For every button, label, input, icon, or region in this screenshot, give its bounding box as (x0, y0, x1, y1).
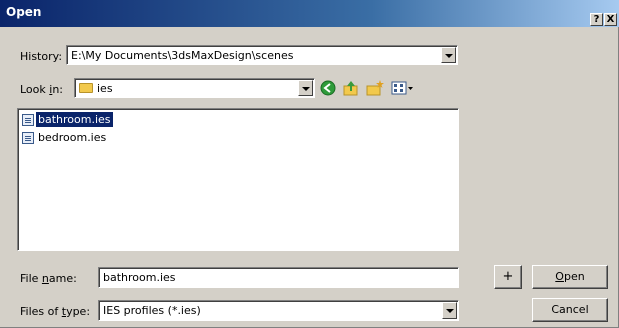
ies-file-icon (22, 113, 34, 126)
open-dialog: Open ? X History: E:\My Documents\3dsMax… (0, 0, 619, 328)
filetype-value: IES profiles (*.ies) (103, 304, 201, 317)
file-list[interactable]: bathroom.ies bedroom.ies (17, 108, 459, 251)
lookin-dropdown[interactable]: ies (74, 78, 315, 98)
history-dropdown-arrow-icon[interactable] (441, 47, 456, 63)
file-name: bathroom.ies (35, 111, 114, 128)
history-label: History: (20, 50, 63, 63)
open-button[interactable]: Open (532, 265, 608, 289)
new-folder-icon[interactable] (366, 79, 384, 97)
help-button[interactable]: ? (590, 13, 603, 26)
back-icon[interactable] (319, 79, 337, 97)
filename-label: File name: (20, 272, 77, 285)
title-bar[interactable]: Open ? X (0, 0, 619, 27)
up-folder-icon[interactable] (342, 79, 360, 97)
window-title: Open (6, 5, 42, 19)
add-button[interactable]: + (494, 265, 522, 289)
filetype-dropdown[interactable]: IES profiles (*.ies) (98, 300, 459, 321)
lookin-dropdown-arrow-icon[interactable] (298, 80, 313, 96)
history-dropdown[interactable]: E:\My Documents\3dsMaxDesign\scenes (66, 45, 458, 65)
ies-file-icon (22, 131, 34, 144)
history-value: E:\My Documents\3dsMaxDesign\scenes (71, 49, 294, 62)
filename-input[interactable]: bathroom.ies (98, 267, 459, 288)
folder-icon (79, 83, 93, 93)
filename-value: bathroom.ies (103, 271, 176, 284)
lookin-value: ies (97, 82, 113, 95)
lookin-label: Look in: (20, 83, 64, 96)
file-item-bedroom[interactable]: bedroom.ies (22, 130, 108, 145)
file-item-bathroom[interactable]: bathroom.ies (22, 111, 114, 128)
filetype-label: Files of type: (20, 305, 91, 318)
filetype-dropdown-arrow-icon[interactable] (442, 302, 457, 319)
cancel-button[interactable]: Cancel (532, 298, 608, 322)
view-menu-icon[interactable] (391, 79, 415, 97)
file-name: bedroom.ies (38, 131, 107, 144)
close-button[interactable]: X (604, 13, 617, 26)
